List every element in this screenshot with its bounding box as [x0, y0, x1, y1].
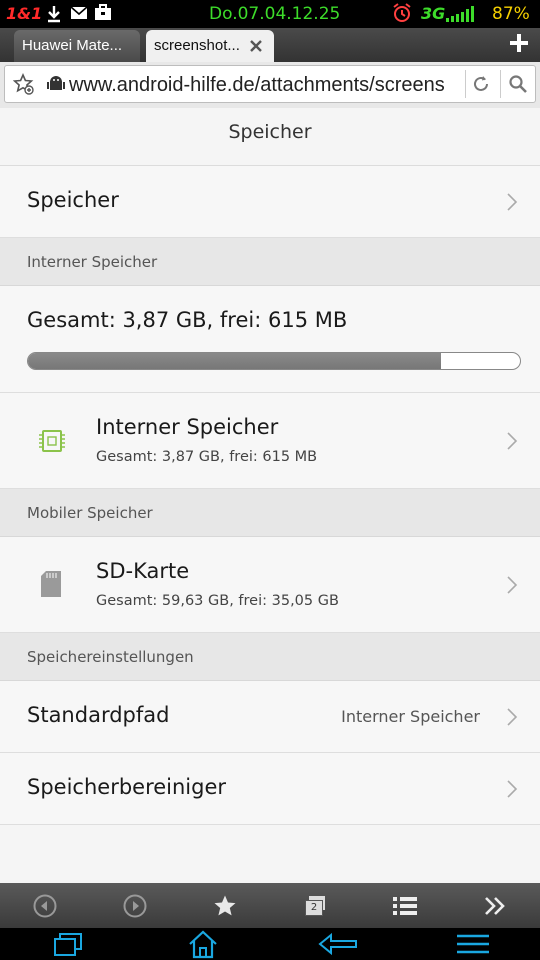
double-chevron-icon: [485, 896, 505, 915]
tab-screenshot[interactable]: screenshot...: [146, 30, 274, 62]
carrier-label: 1&1: [6, 4, 43, 23]
system-nav-bar: [0, 928, 540, 960]
status-bar: 1&1 Do.07.04.12.25 3G 87%: [0, 0, 540, 28]
close-tab-icon[interactable]: [250, 40, 262, 52]
internal-storage-subtitle: Gesamt: 3,87 GB, frei: 615 MB: [96, 449, 318, 465]
forward-button[interactable]: [90, 883, 180, 928]
briefcase-icon: [95, 4, 111, 20]
page-title: Speicher: [0, 108, 540, 166]
row-speicher[interactable]: Speicher: [0, 166, 540, 238]
mail-icon: [70, 6, 88, 19]
row-speicher-label: Speicher: [27, 188, 119, 212]
home-button[interactable]: [135, 928, 270, 960]
signal-strength-icon: [446, 6, 474, 22]
chevron-right-icon: [507, 708, 518, 726]
list-menu-icon: [393, 896, 417, 915]
android-favicon-icon: [47, 76, 65, 90]
bookmarks-button[interactable]: [180, 883, 270, 928]
section-mobile-storage: Mobiler Speicher: [0, 489, 540, 537]
tab-label: Huawei Mate...: [22, 37, 123, 54]
battery-percent: 87%: [492, 4, 530, 24]
bookmark-add-icon[interactable]: [13, 73, 35, 95]
menu-icon: [456, 934, 489, 954]
internal-storage-item[interactable]: Interner Speicher Gesamt: 3,87 GB, frei:…: [0, 393, 540, 489]
url-bar: www.android-hilfe.de/attachments/screens: [0, 62, 540, 109]
page-title-text: Speicher: [228, 121, 312, 143]
tab-count-label: 2: [305, 899, 323, 916]
more-button[interactable]: [450, 883, 540, 928]
chevron-right-icon: [507, 576, 518, 594]
tabs-button[interactable]: 2: [270, 883, 360, 928]
browser-toolbar: 2: [0, 883, 540, 928]
url-text: www.android-hilfe.de/attachments/screens: [69, 74, 445, 96]
storage-total-summary: Gesamt: 3,87 GB, frei: 615 MB: [0, 286, 540, 393]
recent-apps-button[interactable]: [0, 928, 135, 960]
section-label: Speichereinstellungen: [27, 648, 194, 666]
reload-icon[interactable]: [471, 74, 491, 94]
home-icon: [188, 930, 217, 959]
storage-usage-bar: [27, 352, 521, 370]
tab-huawei[interactable]: Huawei Mate...: [14, 30, 140, 62]
internal-storage-title: Interner Speicher: [96, 415, 279, 439]
address-field[interactable]: www.android-hilfe.de/attachments/screens: [4, 65, 536, 103]
sd-card-subtitle: Gesamt: 59,63 GB, frei: 35,05 GB: [96, 593, 339, 609]
default-path-row[interactable]: Standardpfad Interner Speicher: [0, 681, 540, 753]
tab-label: screenshot...: [154, 37, 240, 54]
alarm-icon: [393, 3, 411, 22]
back-nav-button[interactable]: [270, 928, 405, 960]
storage-cleaner-row[interactable]: Speicherbereiniger: [0, 753, 540, 825]
section-internal-storage: Interner Speicher: [0, 238, 540, 286]
sd-card-item[interactable]: SD-Karte Gesamt: 59,63 GB, frei: 35,05 G…: [0, 537, 540, 633]
section-storage-settings: Speichereinstellungen: [0, 633, 540, 681]
sd-card-title: SD-Karte: [96, 559, 190, 583]
sd-card-icon: [41, 571, 61, 597]
tabs-count-icon: 2: [303, 894, 327, 918]
storage-cleaner-label: Speicherbereiniger: [27, 775, 227, 799]
back-button[interactable]: [0, 883, 90, 928]
menu-list-button[interactable]: [360, 883, 450, 928]
url-divider: [465, 70, 466, 98]
url-divider: [500, 70, 501, 98]
default-path-value: Interner Speicher: [341, 707, 480, 726]
download-icon: [48, 6, 60, 23]
chevron-right-icon: [507, 193, 518, 211]
menu-nav-button[interactable]: [405, 928, 540, 960]
network-type: 3G: [421, 4, 446, 23]
recent-apps-icon: [53, 933, 82, 956]
search-icon[interactable]: [508, 74, 528, 94]
star-icon: [214, 895, 236, 915]
default-path-label: Standardpfad: [27, 703, 170, 727]
back-arrow-icon: [317, 932, 357, 956]
chevron-right-icon: [507, 432, 518, 450]
section-label: Interner Speicher: [27, 253, 158, 271]
forward-icon: [123, 894, 147, 917]
memory-chip-icon: [39, 430, 65, 452]
clock-datetime: Do.07.04.12.25: [209, 4, 341, 24]
section-label: Mobiler Speicher: [27, 504, 153, 522]
new-tab-button[interactable]: [509, 33, 529, 53]
back-icon: [33, 894, 57, 917]
browser-tab-bar: Huawei Mate... screenshot...: [0, 28, 540, 62]
storage-usage-fill: [28, 353, 442, 369]
chevron-right-icon: [507, 780, 518, 798]
total-storage-text: Gesamt: 3,87 GB, frei: 615 MB: [27, 308, 348, 332]
